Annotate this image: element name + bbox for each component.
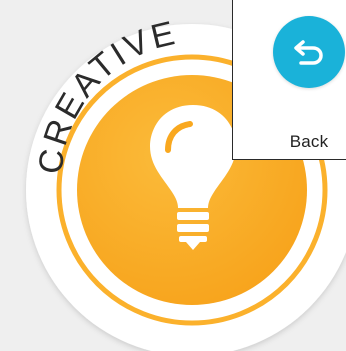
back-panel: Back: [232, 0, 346, 160]
back-button[interactable]: [273, 16, 345, 88]
undo-arrow-icon: [294, 40, 323, 65]
screen: CREATIVE Back: [0, 0, 346, 351]
back-button-label: Back: [289, 132, 329, 151]
